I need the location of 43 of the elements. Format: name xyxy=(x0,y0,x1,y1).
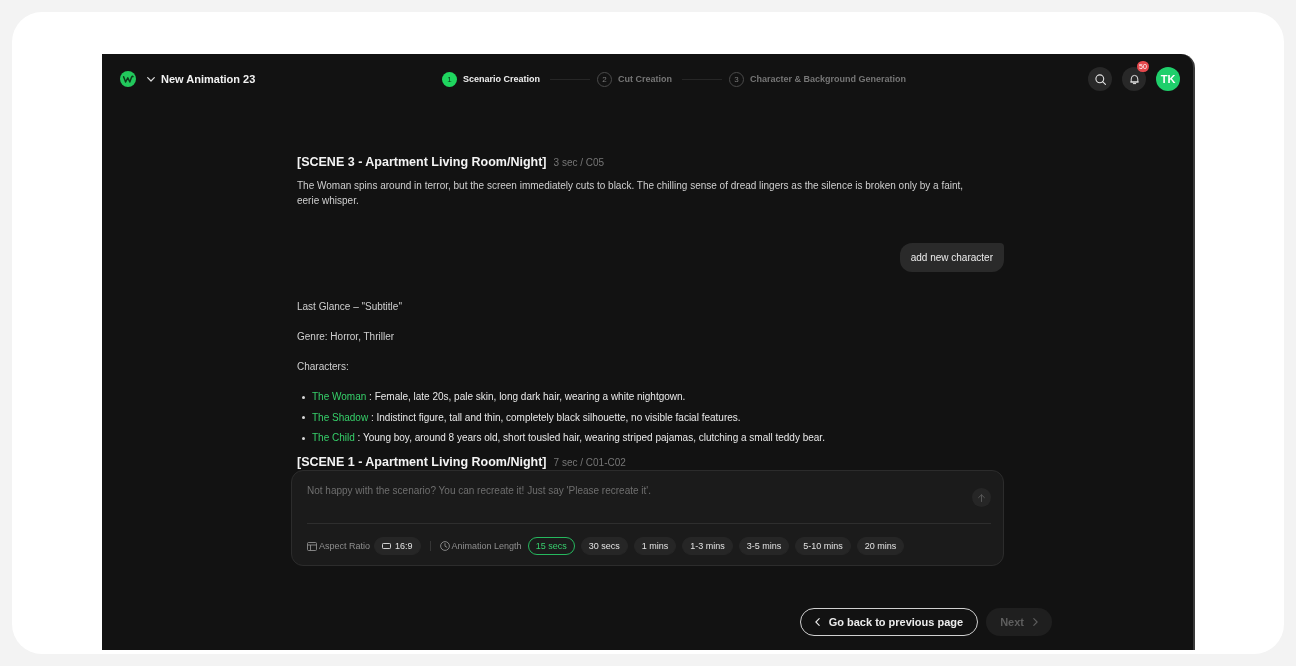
step-label: Cut Creation xyxy=(618,74,673,84)
rectangle-icon xyxy=(382,543,392,549)
length-option[interactable]: 3-5 mins xyxy=(738,537,790,555)
characters-label: Characters: xyxy=(297,360,350,374)
length-option[interactable]: 1 mins xyxy=(633,537,677,555)
character-entry: The Child : Young boy, around 8 years old, short tousled hair, wearing striped pajamas, clutching a small teddy bear. xyxy=(312,431,825,445)
chevron-down-icon[interactable] xyxy=(147,76,155,82)
step-label: Scenario Creation xyxy=(463,74,541,84)
notifications-button[interactable] xyxy=(1122,67,1146,91)
chevron-right-icon xyxy=(1033,618,1038,626)
scene-heading: [SCENE 3 - Apartment Living Room/Night] xyxy=(297,154,547,170)
step-label: Character & Background Generation xyxy=(750,74,907,84)
step-number: 1 xyxy=(442,71,457,87)
character-entry: The Shadow : Indistinct figure, tall and thin, completely black silhouette, no visible facial features. xyxy=(312,410,741,425)
arrow-up-icon xyxy=(978,493,985,502)
scene-duration: 3 sec / C05 xyxy=(553,156,605,170)
clock-icon xyxy=(439,541,450,551)
bullet-icon xyxy=(302,416,305,419)
project-title[interactable]: New Animation 23 xyxy=(161,73,256,85)
message-input[interactable]: Not happy with the scenario? You can recreate it! Just say 'Please recreate it'. xyxy=(307,484,962,520)
length-option[interactable]: 5-10 mins xyxy=(795,537,851,555)
bullet-icon xyxy=(302,395,305,399)
chevron-left-icon xyxy=(814,618,820,626)
length-option[interactable]: 20 mins xyxy=(856,537,905,555)
scene-duration: 7 sec / C01-C02 xyxy=(553,456,626,470)
aspect-ratio-label: Aspect Ratio xyxy=(319,541,371,551)
scene-description: The Woman spins around in terror, but the screen immediately cuts to black. The chilling sense of dread lingers as the silence is broken only by a faint, eerie whisper. xyxy=(297,179,965,208)
scene-heading: [SCENE 1 - Apartment Living Room/Night] xyxy=(297,455,547,469)
bell-icon xyxy=(1128,73,1140,85)
genre-text: Genre: Horror, Thriller xyxy=(297,330,396,344)
length-option[interactable]: 30 secs xyxy=(580,537,628,555)
logo-icon[interactable] xyxy=(120,71,136,87)
frame-icon xyxy=(307,541,317,551)
script-title: Last Glance – "Subtitle" xyxy=(297,300,403,314)
animation-length-label: Animation Length xyxy=(451,541,522,551)
user-message-bubble: add new character xyxy=(899,243,1004,272)
search-icon xyxy=(1094,73,1106,85)
search-button[interactable] xyxy=(1088,67,1112,91)
bullet-icon xyxy=(302,436,305,440)
length-option[interactable]: 1-3 mins xyxy=(682,537,733,555)
aspect-ratio-chip[interactable]: 16:9 xyxy=(374,537,421,555)
character-entry: The Woman : Female, late 20s, pale skin, long dark hair, wearing a white nightgown. xyxy=(312,390,686,404)
composer-panel[interactable]: Not happy with the scenario? You can recreate it! Just say 'Please recreate it'. Aspect Ratio 16:9 Animation Length 15 secs 30 secs 1 mins 1-3 mins 3-5 mins 5-10 mins 20 mins xyxy=(291,470,1004,566)
